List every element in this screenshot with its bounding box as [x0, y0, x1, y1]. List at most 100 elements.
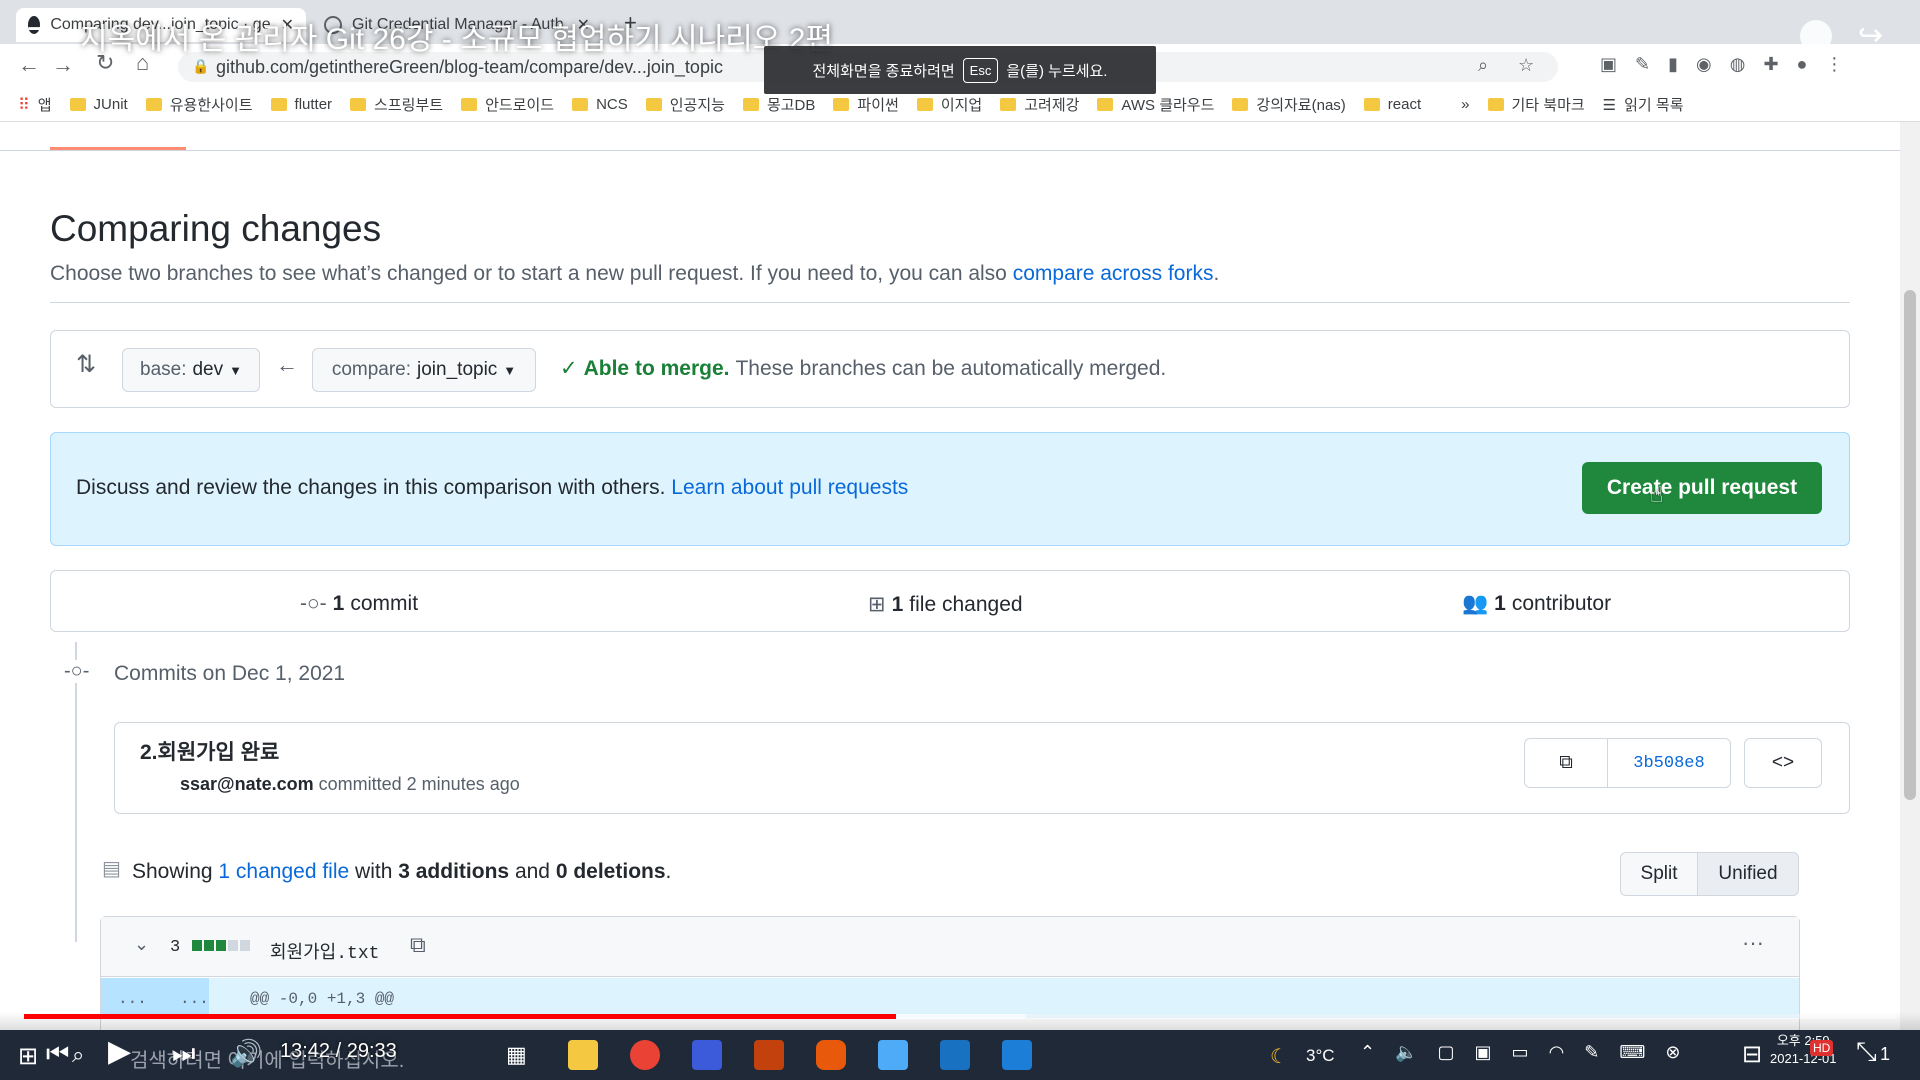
- folder-icon: [69, 98, 86, 111]
- divider: [50, 302, 1850, 303]
- compare-forks-link[interactable]: compare across forks: [1013, 262, 1214, 285]
- share-icon[interactable]: ↪: [1858, 18, 1883, 53]
- bookmark-android[interactable]: 안드로이드: [461, 94, 554, 115]
- commit-message[interactable]: 2.회원가입 완료: [140, 736, 279, 766]
- file-diff-icon: ▤: [102, 858, 121, 880]
- bookmark-react[interactable]: react: [1363, 96, 1421, 113]
- file-options-icon[interactable]: ···: [1742, 930, 1764, 956]
- split-view-button[interactable]: Split: [1620, 852, 1698, 896]
- folder-icon: [145, 98, 162, 111]
- subtitles-icon[interactable]: ⊟: [1742, 1040, 1762, 1069]
- video-progress-bar[interactable]: [24, 1014, 897, 1019]
- file-name[interactable]: 회원가입.txt: [270, 938, 379, 964]
- file-explorer-icon[interactable]: [568, 1040, 598, 1070]
- extension-globe-icon[interactable]: ◍: [1730, 54, 1746, 75]
- bookmark-useful-sites[interactable]: 유용한사이트: [145, 94, 253, 115]
- learn-pr-link[interactable]: Learn about pull requests: [671, 476, 908, 499]
- previous-icon[interactable]: ⏮: [46, 1038, 69, 1070]
- bookmark-lecture-nas[interactable]: 강의자료(nas): [1232, 94, 1346, 115]
- battery-icon[interactable]: ▭: [1512, 1042, 1529, 1063]
- wifi-icon[interactable]: ◠: [1549, 1042, 1565, 1063]
- bookmark-other[interactable]: 기타 북마크: [1487, 94, 1585, 115]
- bookmark-ncs[interactable]: NCS: [572, 96, 628, 113]
- tray-display-icon[interactable]: ▣: [1475, 1042, 1492, 1063]
- browse-repo-button[interactable]: <>: [1744, 738, 1822, 788]
- merge-status: ✓ Able to merge. These branches can be a…: [560, 356, 1167, 381]
- app-red-icon[interactable]: [816, 1040, 846, 1070]
- chevron-down-icon[interactable]: ⌄: [134, 934, 149, 955]
- extension-circle-icon[interactable]: ◉: [1696, 54, 1712, 75]
- create-pull-request-button[interactable]: Create pull request: [1582, 462, 1822, 514]
- ime-icon[interactable]: ⊗: [1665, 1042, 1680, 1063]
- tray-chevron-icon[interactable]: ⌃: [1360, 1042, 1375, 1063]
- unified-view-button[interactable]: Unified: [1697, 852, 1799, 896]
- play-icon[interactable]: ▶: [108, 1034, 131, 1069]
- bookmark-koryo[interactable]: 고려제강: [1000, 94, 1079, 115]
- keyboard-icon[interactable]: ⌨: [1619, 1042, 1645, 1063]
- bookmark-apps[interactable]: ⠿ 앱: [18, 94, 52, 115]
- app-orange-icon[interactable]: [754, 1040, 784, 1070]
- commit-author[interactable]: ssar@nate.com: [180, 774, 314, 794]
- bookmark-junit[interactable]: JUnit: [69, 96, 128, 113]
- bookmark-ai[interactable]: 인공지능: [645, 94, 725, 115]
- watch-later-icon[interactable]: [1800, 20, 1832, 52]
- diff-block-neutral: [228, 940, 238, 951]
- tray-icons: ⌃ 🔈 ▢ ▣ ▭ ◠ ✎ ⌨ ⊗: [1360, 1042, 1680, 1063]
- files-changed-count[interactable]: ⊞ 1 file changed: [868, 592, 1023, 617]
- profile-avatar[interactable]: ●: [1797, 54, 1808, 75]
- forward-icon[interactable]: →: [52, 52, 74, 78]
- discuss-text: Discuss and review the changes in this c…: [76, 476, 909, 499]
- apps-grid-icon: ⠿: [18, 96, 30, 114]
- app-blue-icon[interactable]: [692, 1040, 722, 1070]
- copy-sha-button[interactable]: ⧉: [1524, 738, 1608, 788]
- task-view-icon[interactable]: ▦: [506, 1042, 527, 1068]
- diff-block-neutral: [240, 940, 250, 951]
- bookmark-python[interactable]: 파이썬: [833, 94, 899, 115]
- search-icon[interactable]: ⌕: [72, 1042, 84, 1068]
- compare-branch-select[interactable]: compare: join_topic ▼: [312, 348, 536, 392]
- copy-path-icon[interactable]: ⧉: [410, 932, 426, 958]
- bookmark-mongodb[interactable]: 몽고DB: [742, 94, 815, 115]
- bookmarks-overflow[interactable]: »: [1461, 96, 1469, 113]
- chrome-icon[interactable]: [630, 1040, 660, 1070]
- commits-count[interactable]: -○- 1 commit: [300, 592, 418, 616]
- tray-app-icon[interactable]: ▢: [1438, 1042, 1455, 1063]
- vscode-icon[interactable]: [940, 1040, 970, 1070]
- base-branch-select[interactable]: base: dev ▼: [122, 348, 260, 392]
- code-icon: <>: [1771, 752, 1795, 773]
- diff-block-added: [192, 940, 202, 951]
- bookmark-aws[interactable]: AWS 클라우드: [1097, 94, 1214, 115]
- lock-icon: 🔒: [192, 58, 210, 74]
- windows-start-icon[interactable]: ⊞: [18, 1042, 38, 1071]
- github-compare-page: Comparing changes Choose two branches to…: [0, 122, 1900, 1030]
- scrollbar-thumb[interactable]: [1904, 290, 1916, 800]
- bookmark-flutter[interactable]: flutter: [270, 96, 332, 113]
- notification-count[interactable]: 1: [1880, 1044, 1890, 1065]
- next-icon[interactable]: ⏭: [172, 1038, 195, 1070]
- star-icon[interactable]: ☆: [1518, 55, 1534, 76]
- extension-c-icon[interactable]: ▣: [1600, 54, 1617, 75]
- extensions-puzzle-icon[interactable]: ✚: [1763, 54, 1778, 75]
- moon-icon: ☾: [1270, 1046, 1288, 1068]
- zoom-icon[interactable]: ⌕: [1478, 55, 1488, 76]
- commits-date-header: Commits on Dec 1, 2021: [114, 662, 346, 685]
- contributors-count[interactable]: 👥 1 contributor: [1462, 592, 1611, 616]
- bookmark-springboot[interactable]: 스프링부트: [350, 94, 443, 115]
- volume-control-icon[interactable]: 🔊: [230, 1038, 262, 1069]
- extension-eyedropper-icon[interactable]: ✎: [1635, 54, 1650, 75]
- commit-sha-link[interactable]: 3b508e8: [1607, 738, 1731, 788]
- yt-menu-icon[interactable]: ☰: [26, 22, 53, 57]
- exit-fullscreen-icon[interactable]: ⤡: [1856, 1036, 1877, 1068]
- changed-files-link[interactable]: 1 changed file: [218, 860, 349, 883]
- bookmark-easyup[interactable]: 이지업: [916, 94, 982, 115]
- reading-list[interactable]: ☰ 읽기 목록: [1603, 94, 1684, 115]
- app-lightblue-icon[interactable]: [878, 1040, 908, 1070]
- weather-temp[interactable]: 3°C: [1306, 1046, 1335, 1066]
- volume-icon[interactable]: 🔈: [1395, 1042, 1417, 1063]
- pen-icon[interactable]: ✎: [1584, 1042, 1599, 1063]
- extension-i-icon[interactable]: ▮: [1668, 54, 1678, 75]
- folder-icon: [1232, 98, 1249, 111]
- folder-icon: [350, 98, 367, 111]
- app-window-icon[interactable]: [1002, 1040, 1032, 1070]
- menu-kebab-icon[interactable]: ⋮: [1825, 54, 1843, 75]
